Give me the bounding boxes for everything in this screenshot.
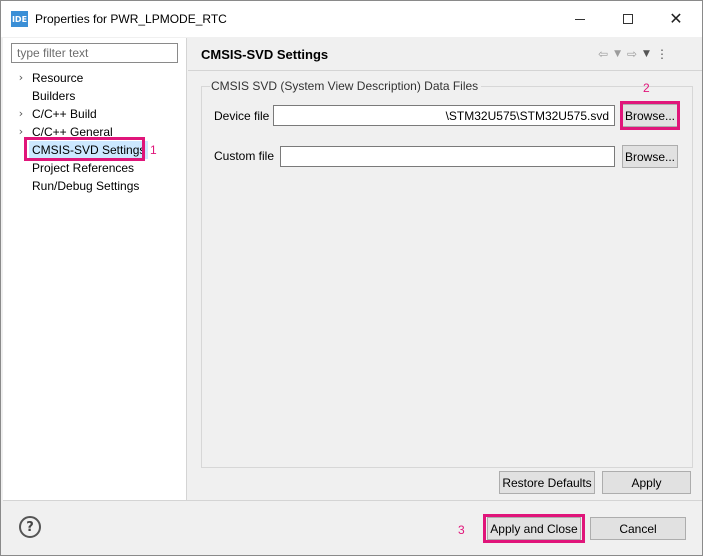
category-pane: › Resource Builders › C/C++ Build › C/C+… bbox=[3, 38, 187, 500]
restore-defaults-button[interactable]: Restore Defaults bbox=[499, 471, 595, 494]
filter-input[interactable] bbox=[11, 43, 178, 63]
apply-button[interactable]: Apply bbox=[602, 471, 691, 494]
custom-browse-button[interactable]: Browse... bbox=[622, 145, 678, 168]
tree-item-label: C/C++ General bbox=[32, 125, 113, 139]
maximize-button[interactable] bbox=[605, 1, 651, 37]
annotation-marker-2: 2 bbox=[643, 81, 650, 95]
chevron-right-icon[interactable]: › bbox=[16, 123, 26, 141]
window-title: Properties for PWR_LPMODE_RTC bbox=[35, 12, 227, 26]
custom-file-label: Custom file bbox=[214, 149, 275, 163]
close-icon: ✕ bbox=[669, 9, 683, 28]
forward-arrow-icon[interactable]: ⇨ bbox=[627, 47, 637, 61]
custom-file-input[interactable] bbox=[280, 146, 615, 167]
title-bar: IDE Properties for PWR_LPMODE_RTC ✕ bbox=[1, 1, 702, 37]
apply-and-close-button[interactable]: Apply and Close bbox=[487, 517, 581, 540]
page-nav-toolbar: ⇦ ▼ ⇨ ▼ ⋮ bbox=[598, 46, 668, 62]
chevron-down-icon[interactable]: ▼ bbox=[643, 49, 650, 59]
device-file-label: Device file bbox=[214, 109, 270, 123]
tree-item-label: Builders bbox=[32, 89, 76, 103]
svd-files-group bbox=[201, 86, 693, 468]
tree-item-label: Project References bbox=[32, 161, 135, 175]
group-title: CMSIS SVD (System View Description) Data… bbox=[210, 79, 482, 93]
chevron-down-icon[interactable]: ▼ bbox=[614, 49, 621, 59]
cancel-button[interactable]: Cancel bbox=[590, 517, 686, 540]
page-title: CMSIS-SVD Settings bbox=[201, 47, 329, 62]
maximize-icon bbox=[623, 14, 633, 24]
device-browse-button[interactable]: Browse... bbox=[622, 104, 678, 127]
tree-item-label: CMSIS-SVD Settings bbox=[29, 141, 149, 159]
page-header: CMSIS-SVD Settings ⇦ ▼ ⇨ ▼ ⋮ bbox=[188, 38, 702, 71]
chevron-right-icon[interactable]: › bbox=[16, 105, 26, 123]
tree-item-label: Run/Debug Settings bbox=[32, 179, 140, 193]
annotation-marker-3: 3 bbox=[458, 523, 465, 537]
properties-dialog: IDE Properties for PWR_LPMODE_RTC ✕ › Re… bbox=[0, 0, 703, 556]
device-file-input[interactable] bbox=[273, 105, 615, 126]
close-button[interactable]: ✕ bbox=[653, 1, 699, 37]
tree-item-label: C/C++ Build bbox=[32, 107, 97, 121]
chevron-right-icon[interactable]: › bbox=[16, 69, 26, 87]
back-arrow-icon[interactable]: ⇦ bbox=[598, 47, 608, 61]
annotation-marker-1: 1 bbox=[150, 143, 157, 157]
ide-app-icon: IDE bbox=[11, 11, 28, 27]
minimize-icon bbox=[575, 18, 585, 20]
view-menu-icon[interactable]: ⋮ bbox=[656, 47, 668, 61]
footer-divider bbox=[3, 500, 702, 501]
minimize-button[interactable] bbox=[557, 1, 603, 37]
help-icon[interactable]: ? bbox=[19, 516, 41, 538]
tree-item-label: Resource bbox=[32, 71, 84, 85]
